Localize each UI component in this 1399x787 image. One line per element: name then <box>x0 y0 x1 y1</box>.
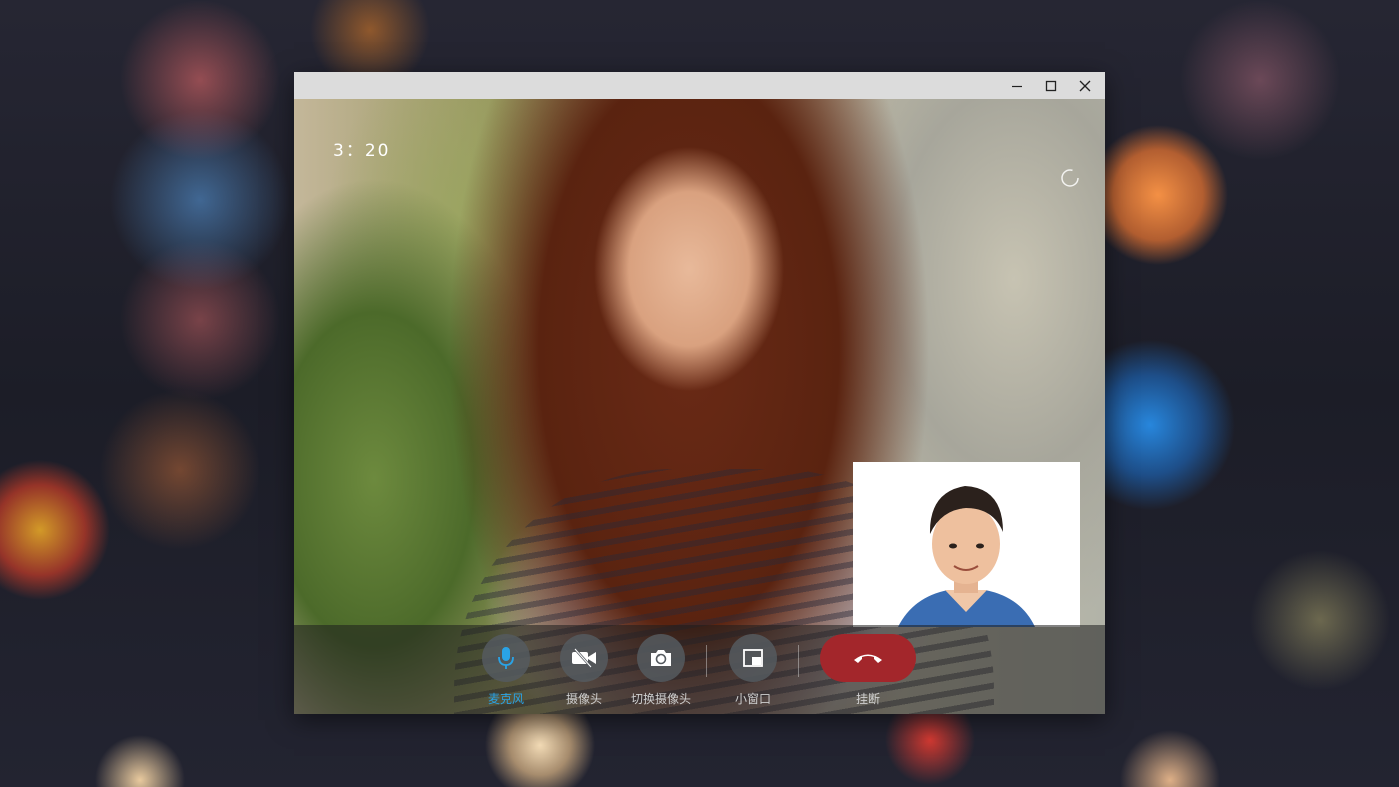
mini-window-label: 小窗口 <box>734 692 771 706</box>
switch-camera-button-circle <box>637 634 685 682</box>
video-call-window: 3：20 麦克风 摄像头 切换摄像头 小窗口 挂断 <box>294 72 1105 714</box>
microphone-button-circle <box>482 634 530 682</box>
switch-camera-icon <box>651 650 671 666</box>
minimize-icon <box>1012 85 1022 87</box>
self-video-preview[interactable] <box>853 462 1080 627</box>
mini-window-button-circle <box>729 634 777 682</box>
hang-up-label: 挂断 <box>855 692 880 706</box>
switch-camera-button[interactable]: 切换摄像头 <box>622 634 700 707</box>
minimize-button[interactable] <box>1000 72 1034 99</box>
title-bar[interactable] <box>294 72 1105 99</box>
camera-button-circle <box>560 634 608 682</box>
control-divider <box>706 645 707 677</box>
microphone-button[interactable]: 麦克风 <box>467 634 545 707</box>
camera-button[interactable]: 摄像头 <box>545 634 623 707</box>
microphone-label: 麦克风 <box>487 692 524 706</box>
microphone-icon <box>498 647 514 669</box>
close-icon <box>1079 80 1091 91</box>
picture-in-picture-icon <box>743 649 763 667</box>
switch-camera-label: 切换摄像头 <box>630 692 691 706</box>
loading-spinner-icon <box>1061 169 1079 187</box>
hang-up-button[interactable]: 挂断 <box>818 634 918 707</box>
remote-video-feed: 3：20 <box>294 99 1105 714</box>
call-control-bar: 麦克风 摄像头 切换摄像头 小窗口 挂断 <box>294 625 1105 714</box>
camera-off-icon <box>572 648 596 668</box>
call-timer: 3：20 <box>333 141 391 161</box>
phone-hangup-icon <box>854 654 882 663</box>
control-divider <box>798 645 799 677</box>
camera-label: 摄像头 <box>565 692 602 706</box>
self-video-avatar <box>853 462 1080 627</box>
maximize-icon <box>1045 80 1057 91</box>
close-button[interactable] <box>1068 72 1102 99</box>
mini-window-button[interactable]: 小窗口 <box>714 634 792 707</box>
maximize-button[interactable] <box>1034 72 1068 99</box>
hang-up-button-pill <box>820 634 916 682</box>
